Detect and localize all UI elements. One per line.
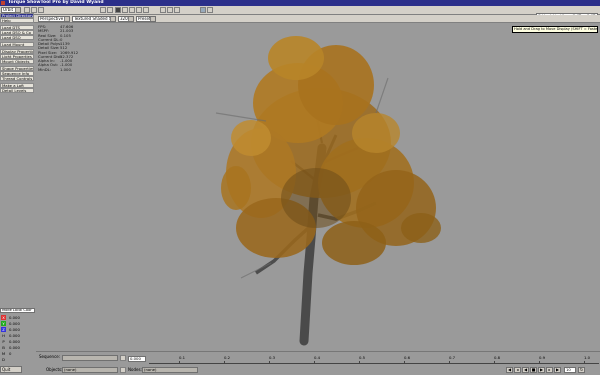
stop-button[interactable]: ■ xyxy=(530,367,537,373)
sequence-button[interactable] xyxy=(120,355,126,361)
load-dsq-button[interactable]: Load DSQ xyxy=(0,35,34,40)
nodes-select[interactable]: (none) xyxy=(142,367,198,373)
main-toolbar: Orbit C:/dev/object/trees/fallTree/fallT… xyxy=(0,6,600,19)
timeline-tick: 0.8 xyxy=(494,355,501,364)
y-label: Y xyxy=(1,321,6,326)
h-label: H xyxy=(2,333,5,338)
y-value[interactable]: 0.000 xyxy=(9,321,34,326)
time-field[interactable]: 0.000 xyxy=(128,356,146,362)
toolbar-button-6[interactable] xyxy=(115,7,121,13)
thread-controls-button[interactable]: Thread Controls xyxy=(0,76,34,81)
timeline-tick: 0.6 xyxy=(404,355,411,364)
toolbar-button-15[interactable] xyxy=(207,7,213,13)
coordinate-mode-select[interactable]: Mode Local Coor xyxy=(0,308,35,313)
app-icon xyxy=(1,1,5,5)
load-mount-button[interactable]: Load Mount xyxy=(0,42,34,47)
help-button[interactable]: Help xyxy=(0,18,34,23)
tree-foliage xyxy=(215,36,441,279)
x-value[interactable]: 0.000 xyxy=(9,315,34,320)
timeline-tick: 0.1 xyxy=(179,355,186,364)
objects-button[interactable] xyxy=(120,367,126,373)
z-value[interactable]: 0.000 xyxy=(9,327,34,332)
render-mode-select[interactable]: Textured Shaded Solid xyxy=(72,16,116,22)
p-value[interactable]: 0.000 xyxy=(9,339,34,344)
left-panel: Project Directory Help Load DTS Load DSQ… xyxy=(0,7,36,367)
timeline-tick: 0.4 xyxy=(314,355,321,364)
stat-value: 1.000 xyxy=(60,66,71,72)
go-end-button[interactable]: ▶ xyxy=(554,367,561,373)
timeline-slider[interactable]: 0.1 0.2 0.3 0.4 0.5 0.6 0.7 0.8 0.9 1.0 xyxy=(149,356,599,364)
toolbar-button-14[interactable] xyxy=(200,7,206,13)
3d-viewport[interactable] xyxy=(36,23,600,351)
toolbar-button-12[interactable] xyxy=(167,7,173,13)
loop-button[interactable]: ↻ xyxy=(578,367,585,373)
toolbar-button-13[interactable] xyxy=(174,7,180,13)
step-back-button[interactable]: ◂ xyxy=(514,367,521,373)
camera-select[interactable]: Perspective xyxy=(38,16,70,22)
d-label: D xyxy=(2,357,5,362)
view-toolbar: Perspective Textured Shaded Solid 320x24… xyxy=(0,15,600,23)
m-value[interactable]: 0 xyxy=(9,351,34,356)
resolution-select[interactable]: 320x240 xyxy=(118,16,134,22)
presets-select[interactable]: Presets xyxy=(136,16,156,22)
z-label: Z xyxy=(1,327,6,332)
toolbar-button-3[interactable] xyxy=(38,7,44,13)
tree-model xyxy=(215,36,441,346)
toolbar-button-7[interactable] xyxy=(122,7,128,13)
d-value[interactable] xyxy=(9,357,34,362)
stat-label: MinDL: xyxy=(38,66,52,72)
mount-objects-button[interactable]: Mount Objects xyxy=(0,59,34,64)
x-label: X xyxy=(1,315,6,320)
transform-row-d[interactable]: D xyxy=(1,357,35,363)
toolbar-button-10[interactable] xyxy=(143,7,149,13)
timeline-tick: 0.2 xyxy=(224,355,231,364)
bottom-bar: Sequence: 0.000 0.1 0.2 0.3 0.4 0.5 0.6 … xyxy=(36,351,600,375)
p-label: P xyxy=(2,339,5,344)
timeline-tick: 0.5 xyxy=(359,355,366,364)
timeline-tick: 0.3 xyxy=(269,355,276,364)
m-label: M xyxy=(1,351,6,356)
quit-button[interactable]: Quit xyxy=(0,366,22,373)
toolbar-button-8[interactable] xyxy=(129,7,135,13)
objects-label: Objects: xyxy=(46,367,63,372)
viewport-tooltip: Hold and Drag to Move Display (SHIFT = F… xyxy=(512,26,598,33)
go-start-button[interactable]: ◀ xyxy=(506,367,513,373)
toolbar-button-11[interactable] xyxy=(160,7,166,13)
sequence-label: Sequence: xyxy=(39,354,61,359)
reverse-play-button[interactable]: ◀ xyxy=(522,367,529,373)
toolbar-button-4[interactable] xyxy=(100,7,106,13)
nodes-label: Nodes: xyxy=(128,367,142,372)
detail-levels-button[interactable]: Detail Levels xyxy=(0,88,34,93)
timeline-tick: 0.9 xyxy=(539,355,546,364)
toolbar-button-5[interactable] xyxy=(107,7,113,13)
step-forward-button[interactable]: ▸ xyxy=(546,367,553,373)
h-value[interactable]: 0.000 xyxy=(9,333,34,338)
toolbar-button-9[interactable] xyxy=(136,7,142,13)
b-value[interactable]: 0.000 xyxy=(9,345,34,350)
objects-select[interactable]: (none) xyxy=(62,367,118,373)
timeline-tick: 0.7 xyxy=(449,355,456,364)
frame-field[interactable]: 10 xyxy=(564,367,576,373)
b-label: B xyxy=(2,345,5,350)
window-title: Torque ShowTool Pro by David Wyand xyxy=(8,0,104,5)
sequence-select[interactable] xyxy=(62,355,118,361)
timeline-tick: 1.0 xyxy=(584,355,591,364)
play-button[interactable]: ▶ xyxy=(538,367,545,373)
